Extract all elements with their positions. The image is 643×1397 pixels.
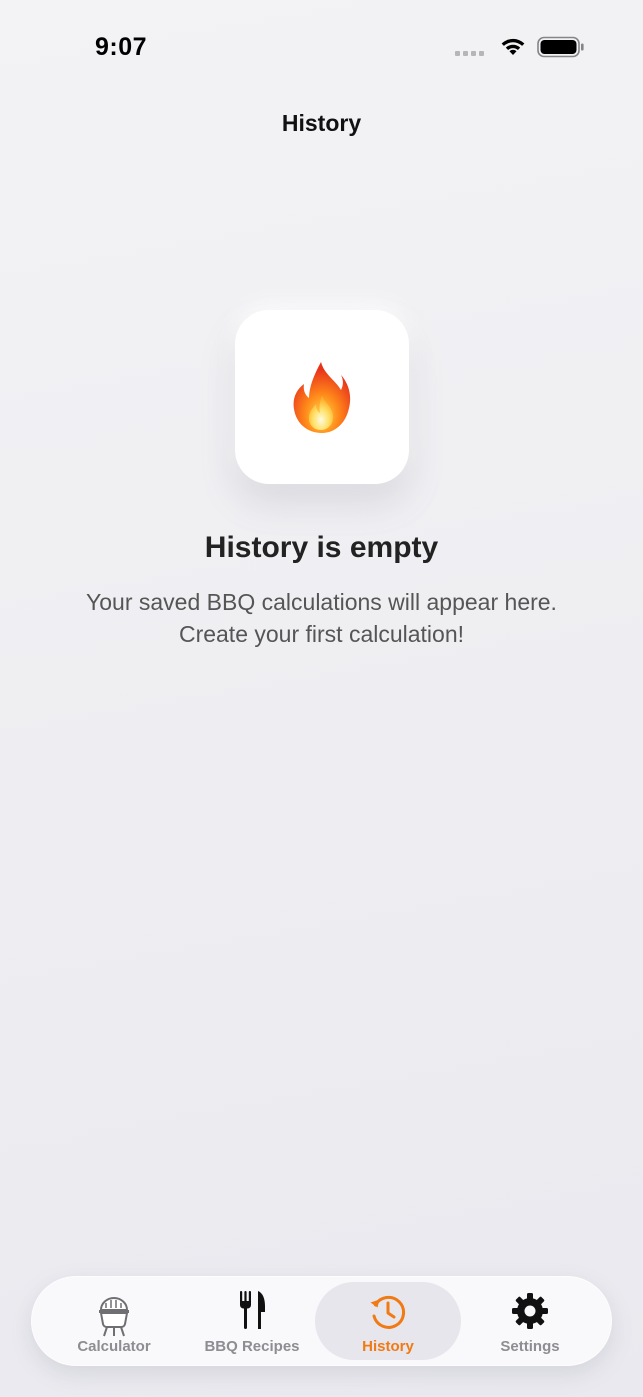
fork-knife-icon — [240, 1291, 265, 1329]
empty-state-icon-card — [235, 310, 409, 484]
grill-icon — [99, 1297, 129, 1337]
tab-bbq-recipes[interactable]: BBQ Recipes — [179, 1282, 325, 1360]
status-bar: 9:07 — [0, 0, 643, 90]
tab-calculator[interactable]: Calculator — [41, 1282, 187, 1360]
tab-label-bbq-recipes: BBQ Recipes — [204, 1338, 300, 1355]
empty-state-description-line-2: Create your first calculation! — [178, 621, 465, 647]
empty-state-description-line-1: Your saved BBQ calculations will appear … — [86, 589, 557, 615]
battery-icon — [537, 36, 584, 58]
tab-history[interactable]: History — [315, 1282, 461, 1360]
cellular-signal-icon — [455, 51, 484, 56]
gear-icon — [512, 1293, 548, 1329]
fire-icon — [293, 362, 351, 433]
tab-settings[interactable]: Settings — [457, 1282, 603, 1360]
wifi-icon — [501, 38, 525, 55]
tab-label-settings: Settings — [500, 1338, 560, 1355]
tab-bar: Calculator BBQ Recipes History Settings — [31, 1276, 612, 1366]
tab-label-calculator: Calculator — [77, 1338, 151, 1355]
empty-state-description: Your saved BBQ calculations will appear … — [40, 586, 603, 650]
tab-label-history: History — [362, 1338, 414, 1355]
status-time: 9:07 — [95, 33, 148, 61]
empty-state-title: History is empty — [204, 531, 439, 564]
page-title: History — [281, 110, 362, 136]
history-clock-icon — [370, 1295, 406, 1329]
